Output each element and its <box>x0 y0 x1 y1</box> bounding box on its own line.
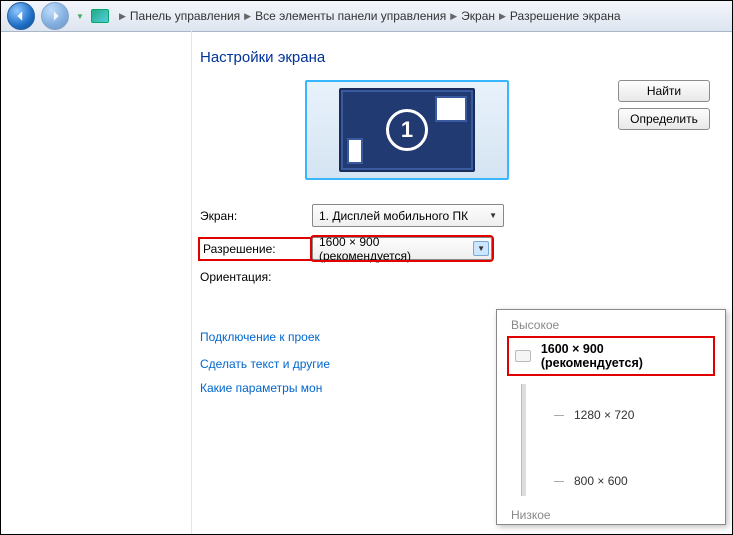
tick-label: 800 × 600 <box>574 474 628 488</box>
find-button[interactable]: Найти <box>618 80 710 102</box>
resolution-slider[interactable]: 1280 × 720 800 × 600 <box>517 384 715 504</box>
screen-select-value: 1. Дисплей мобильного ПК <box>319 209 468 223</box>
breadcrumb-item[interactable]: Разрешение экрана <box>510 9 621 23</box>
screen-row: Экран: 1. Дисплей мобильного ПК ▼ <box>200 204 710 227</box>
resolution-select-value: 1600 × 900 (рекомендуется) <box>319 235 473 263</box>
tick-row[interactable]: 800 × 600 <box>554 474 634 488</box>
dropdown-selected-row[interactable]: 1600 × 900 (рекомендуется) <box>507 336 715 376</box>
main-panel: Настройки экрана 1 Найти Определить Экра… <box>192 31 732 534</box>
slider-thumb-icon[interactable] <box>515 350 531 362</box>
tick-label: 1280 × 720 <box>574 408 634 422</box>
tick-mark-icon <box>554 481 564 482</box>
chevron-down-icon: ▼ <box>473 241 489 256</box>
resolution-dropdown-panel[interactable]: Высокое 1600 × 900 (рекомендуется) 1280 … <box>496 309 726 525</box>
orientation-row: Ориентация: <box>200 270 710 284</box>
projector-link[interactable]: Подключение к проек <box>200 330 320 344</box>
page-title: Настройки экрана <box>200 49 710 66</box>
monitor-thumb[interactable]: 1 <box>339 88 475 172</box>
breadcrumb-item[interactable]: Все элементы панели управления <box>255 9 446 23</box>
titlebar: ▼ ▶ Панель управления ▶ Все элементы пан… <box>1 1 732 32</box>
window-root: ▼ ▶ Панель управления ▶ Все элементы пан… <box>0 0 733 535</box>
dropdown-high-label: Высокое <box>511 318 715 332</box>
display-preview[interactable]: 1 <box>305 80 509 180</box>
control-panel-icon <box>91 9 109 23</box>
which-settings-link[interactable]: Какие параметры мон <box>200 381 380 395</box>
display-preview-row: 1 Найти Определить <box>200 80 710 180</box>
content-area: Настройки экрана 1 Найти Определить Экра… <box>1 31 732 534</box>
detect-button[interactable]: Определить <box>618 108 710 130</box>
mini-window-icon <box>435 96 467 122</box>
left-sidebar <box>1 31 192 534</box>
monitor-number: 1 <box>386 109 428 151</box>
screen-label: Экран: <box>200 209 312 223</box>
slider-ticks: 1280 × 720 800 × 600 <box>554 384 634 496</box>
text-size-link[interactable]: Сделать текст и другие <box>200 357 380 371</box>
breadcrumb: ▶ Панель управления ▶ Все элементы панел… <box>115 9 726 23</box>
chevron-right-icon: ▶ <box>450 11 457 22</box>
preview-buttons: Найти Определить <box>618 80 710 130</box>
slider-track[interactable] <box>521 384 526 496</box>
chevron-down-icon: ▼ <box>487 211 499 220</box>
breadcrumb-item[interactable]: Экран <box>461 9 495 23</box>
mini-task-icon <box>347 138 363 164</box>
resolution-row: Разрешение: 1600 × 900 (рекомендуется) ▼ <box>200 237 710 260</box>
chevron-right-icon: ▶ <box>499 11 506 22</box>
chevron-right-icon: ▶ <box>244 11 251 22</box>
dropdown-low-label: Низкое <box>511 508 715 522</box>
tick-row[interactable]: 1280 × 720 <box>554 408 634 422</box>
orientation-label: Ориентация: <box>200 270 312 284</box>
chevron-right-icon: ▶ <box>119 11 126 22</box>
dropdown-selected-label: 1600 × 900 (рекомендуется) <box>541 342 707 370</box>
resolution-select[interactable]: 1600 × 900 (рекомендуется) ▼ <box>312 237 492 260</box>
resolution-label: Разрешение: <box>200 239 318 259</box>
nav-forward-button[interactable] <box>41 2 69 30</box>
breadcrumb-item[interactable]: Панель управления <box>130 9 240 23</box>
screen-select[interactable]: 1. Дисплей мобильного ПК ▼ <box>312 204 504 227</box>
tick-mark-icon <box>554 415 564 416</box>
nav-back-button[interactable] <box>7 2 35 30</box>
nav-history-dropdown[interactable]: ▼ <box>75 11 85 21</box>
